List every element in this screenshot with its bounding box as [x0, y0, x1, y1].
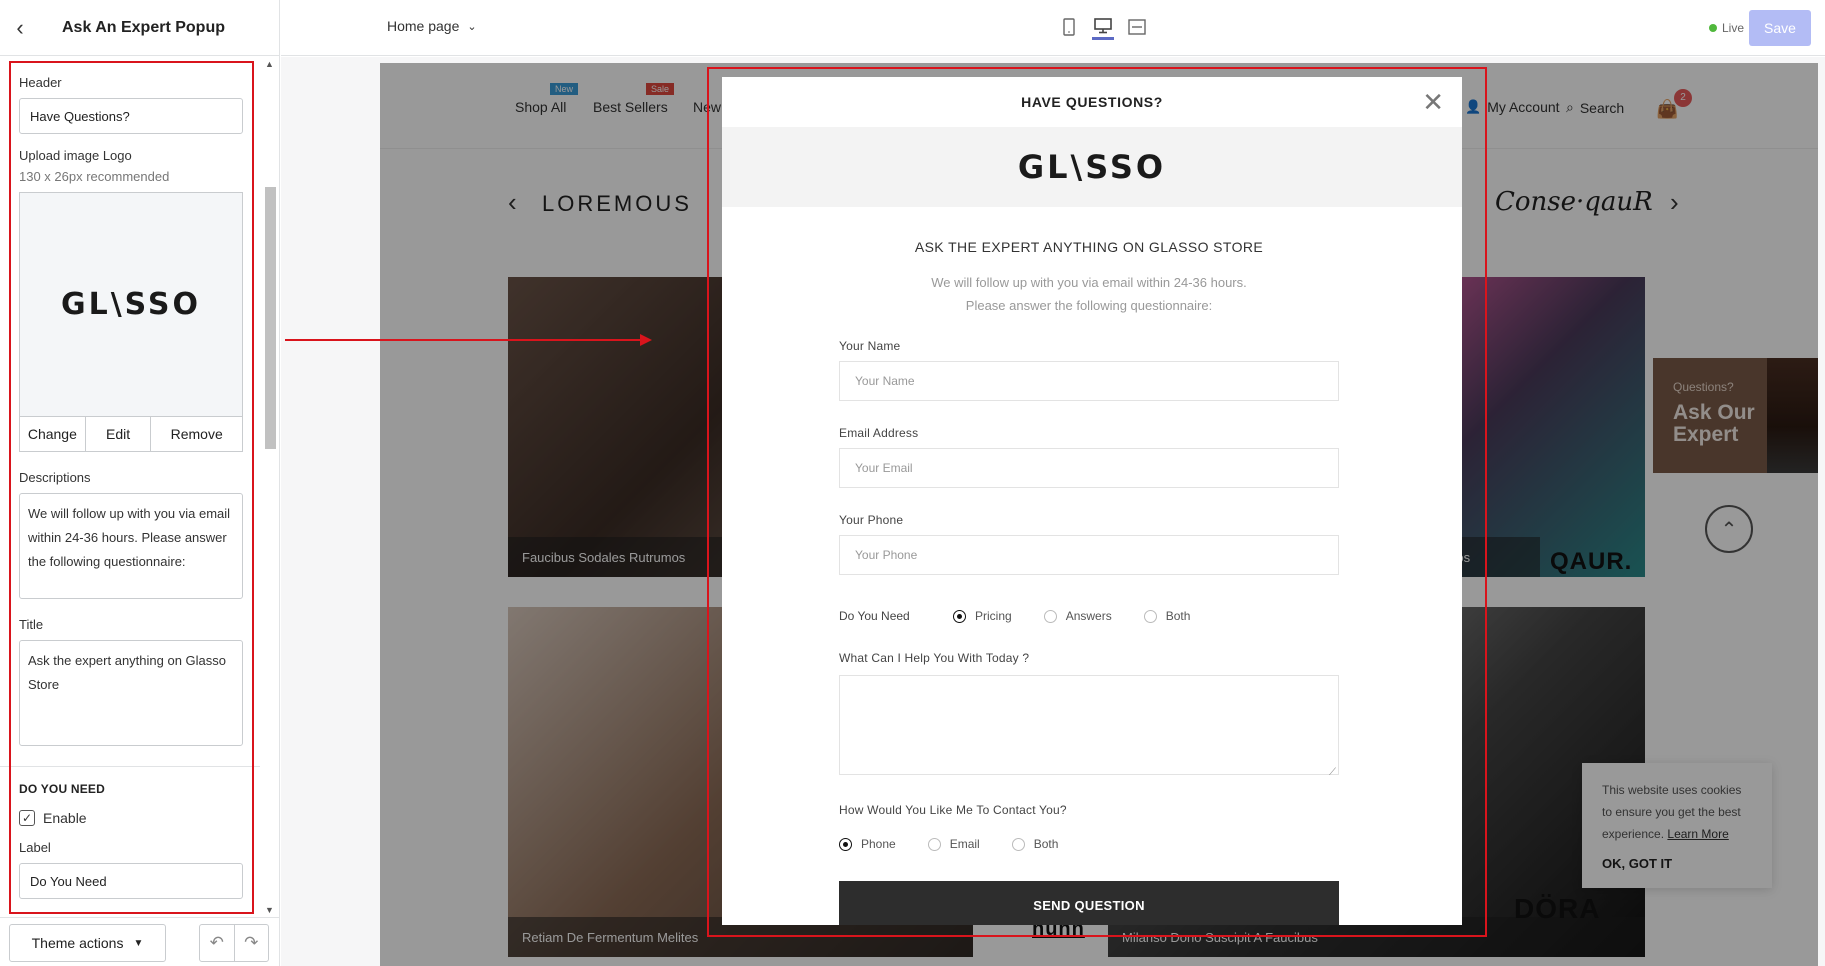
modal-title: HAVE QUESTIONS?	[1021, 94, 1163, 110]
annotation-arrow-line	[285, 339, 645, 341]
section-divider	[0, 766, 260, 767]
upload-logo-hint: 130 x 26px recommended	[19, 169, 170, 184]
live-status: Live	[1709, 21, 1744, 35]
sidebar-scrollbar[interactable]: ▲ ▼	[262, 57, 278, 917]
need-both-label: Both	[1165, 609, 1191, 623]
need-option-both[interactable]: Both	[1143, 609, 1191, 623]
section-spacer	[0, 746, 260, 782]
email-field-group: Email Address Your Email	[839, 426, 1339, 488]
redo-icon[interactable]: ↷	[235, 925, 269, 961]
contact-email-label: Email	[949, 837, 980, 851]
radio-icon[interactable]	[1043, 609, 1057, 623]
radio-icon[interactable]	[1143, 609, 1157, 623]
editor-topbar: Home page ⌄ Live Save	[281, 0, 1825, 56]
contact-options-row: Phone Email Both	[839, 837, 1339, 851]
title-label: Title	[19, 617, 44, 632]
help-textarea[interactable]	[839, 675, 1339, 778]
upload-logo-label: Upload image Logo	[19, 148, 132, 163]
radio-icon[interactable]	[927, 837, 941, 851]
phone-input[interactable]: Your Phone	[839, 535, 1339, 575]
save-button[interactable]: Save	[1749, 10, 1811, 46]
caret-down-icon: ▼	[133, 937, 144, 949]
page-selector[interactable]: Home page ⌄	[387, 18, 477, 34]
change-image-button[interactable]: Change	[20, 417, 86, 451]
glasso-logo: GL\SSO	[1017, 148, 1167, 186]
contact-option-phone[interactable]: Phone	[839, 837, 896, 851]
do-you-need-row: Do You Need Pricing Answers Both	[839, 609, 1339, 623]
radio-icon[interactable]	[1011, 837, 1025, 851]
modal-description: We will follow up with you via email wit…	[839, 271, 1339, 317]
viewport-switcher	[1058, 14, 1148, 40]
title-textarea[interactable]: Ask the expert anything on Glasso Store	[19, 640, 243, 746]
store-preview-frame: New Shop All Sale Best Sellers New 👤 My …	[281, 57, 1825, 966]
logo-image-preview: GL\SSO	[19, 192, 243, 416]
mobile-view-icon[interactable]	[1058, 14, 1080, 40]
do-you-need-section-title: DO YOU NEED	[19, 782, 105, 796]
modal-desc-line-2: Please answer the following questionnair…	[965, 298, 1213, 313]
phone-label: Your Phone	[839, 513, 904, 527]
scroll-up-arrow-icon[interactable]: ▲	[265, 59, 274, 69]
ask-expert-modal: HAVE QUESTIONS? ✕ GL\SSO ASK THE EXPERT …	[722, 77, 1462, 925]
header-label: Header	[19, 75, 62, 90]
undo-icon[interactable]: ↶	[200, 925, 235, 961]
contact-option-email[interactable]: Email	[927, 837, 980, 851]
edit-image-button[interactable]: Edit	[86, 417, 152, 451]
need-answers-label: Answers	[1065, 609, 1112, 623]
radio-selected-icon[interactable]	[953, 609, 966, 623]
sidebar-title: Ask An Expert Popup	[62, 18, 225, 36]
desktop-view-icon[interactable]	[1092, 14, 1114, 40]
radio-selected-icon[interactable]	[839, 837, 852, 851]
sidebar-footer: Theme actions ▼ ↶ ↷	[0, 917, 280, 966]
label-label: Label	[19, 840, 51, 855]
live-dot-icon	[1709, 24, 1717, 32]
scrollbar-thumb[interactable]	[265, 187, 276, 449]
need-option-answers[interactable]: Answers	[1043, 609, 1112, 623]
contact-label: How Would You Like Me To Contact You?	[839, 803, 1067, 817]
scroll-down-arrow-icon[interactable]: ▼	[265, 905, 274, 915]
fullwidth-view-icon[interactable]	[1126, 14, 1148, 40]
live-label: Live	[1722, 21, 1745, 35]
modal-desc-line-1: We will follow up with you via email wit…	[931, 275, 1247, 290]
header-input[interactable]: Have Questions?	[19, 98, 243, 134]
checkbox-checked-icon[interactable]: ✓	[19, 810, 35, 826]
sidebar-settings-panel[interactable]: Header Have Questions? Upload image Logo…	[0, 57, 280, 917]
sidebar-header: ‹ Ask An Expert Popup	[0, 0, 279, 56]
page-selector-label: Home page	[387, 18, 460, 34]
modal-logo-band: GL\SSO	[722, 127, 1462, 207]
annotation-arrow-head-icon	[640, 334, 652, 346]
close-icon[interactable]: ✕	[1422, 89, 1444, 115]
name-input[interactable]: Your Name	[839, 361, 1339, 401]
contact-option-both[interactable]: Both	[1011, 837, 1059, 851]
enable-checkbox-row[interactable]: ✓ Enable	[19, 810, 243, 826]
theme-editor-sidebar: ‹ Ask An Expert Popup Header Have Questi…	[0, 0, 280, 966]
enable-label: Enable	[43, 810, 87, 826]
contact-phone-label: Phone	[861, 837, 896, 851]
undo-redo-group: ↶ ↷	[199, 924, 269, 962]
image-actions: Change Edit Remove	[19, 416, 243, 452]
help-label: What Can I Help You With Today ?	[839, 651, 1030, 665]
phone-field-group: Your Phone Your Phone	[839, 513, 1339, 575]
modal-heading: ASK THE EXPERT ANYTHING ON GLASSO STORE	[914, 239, 1264, 255]
modal-form: ASK THE EXPERT ANYTHING ON GLASSO STORE …	[839, 207, 1339, 925]
descriptions-textarea[interactable]: We will follow up with you via email wit…	[19, 493, 243, 599]
glasso-logo: GL\SSO	[60, 287, 202, 322]
back-arrow-icon[interactable]: ‹	[0, 15, 40, 41]
email-label: Email Address	[839, 426, 919, 440]
theme-actions-button[interactable]: Theme actions ▼	[9, 924, 166, 962]
name-label: Your Name	[839, 339, 901, 353]
descriptions-label: Descriptions	[19, 470, 91, 485]
contact-both-label: Both	[1033, 837, 1059, 851]
remove-image-button[interactable]: Remove	[151, 417, 242, 451]
send-question-button[interactable]: SEND QUESTION	[839, 881, 1339, 925]
do-you-need-label: Do You Need	[839, 609, 910, 623]
label-input[interactable]: Do You Need	[19, 863, 243, 899]
need-option-pricing[interactable]: Pricing	[953, 609, 1012, 623]
name-field-group: Your Name Your Name	[839, 339, 1339, 401]
theme-actions-label: Theme actions	[31, 935, 124, 951]
need-pricing-label: Pricing	[975, 609, 1012, 623]
email-input[interactable]: Your Email	[839, 448, 1339, 488]
chevron-down-icon: ⌄	[467, 20, 477, 33]
